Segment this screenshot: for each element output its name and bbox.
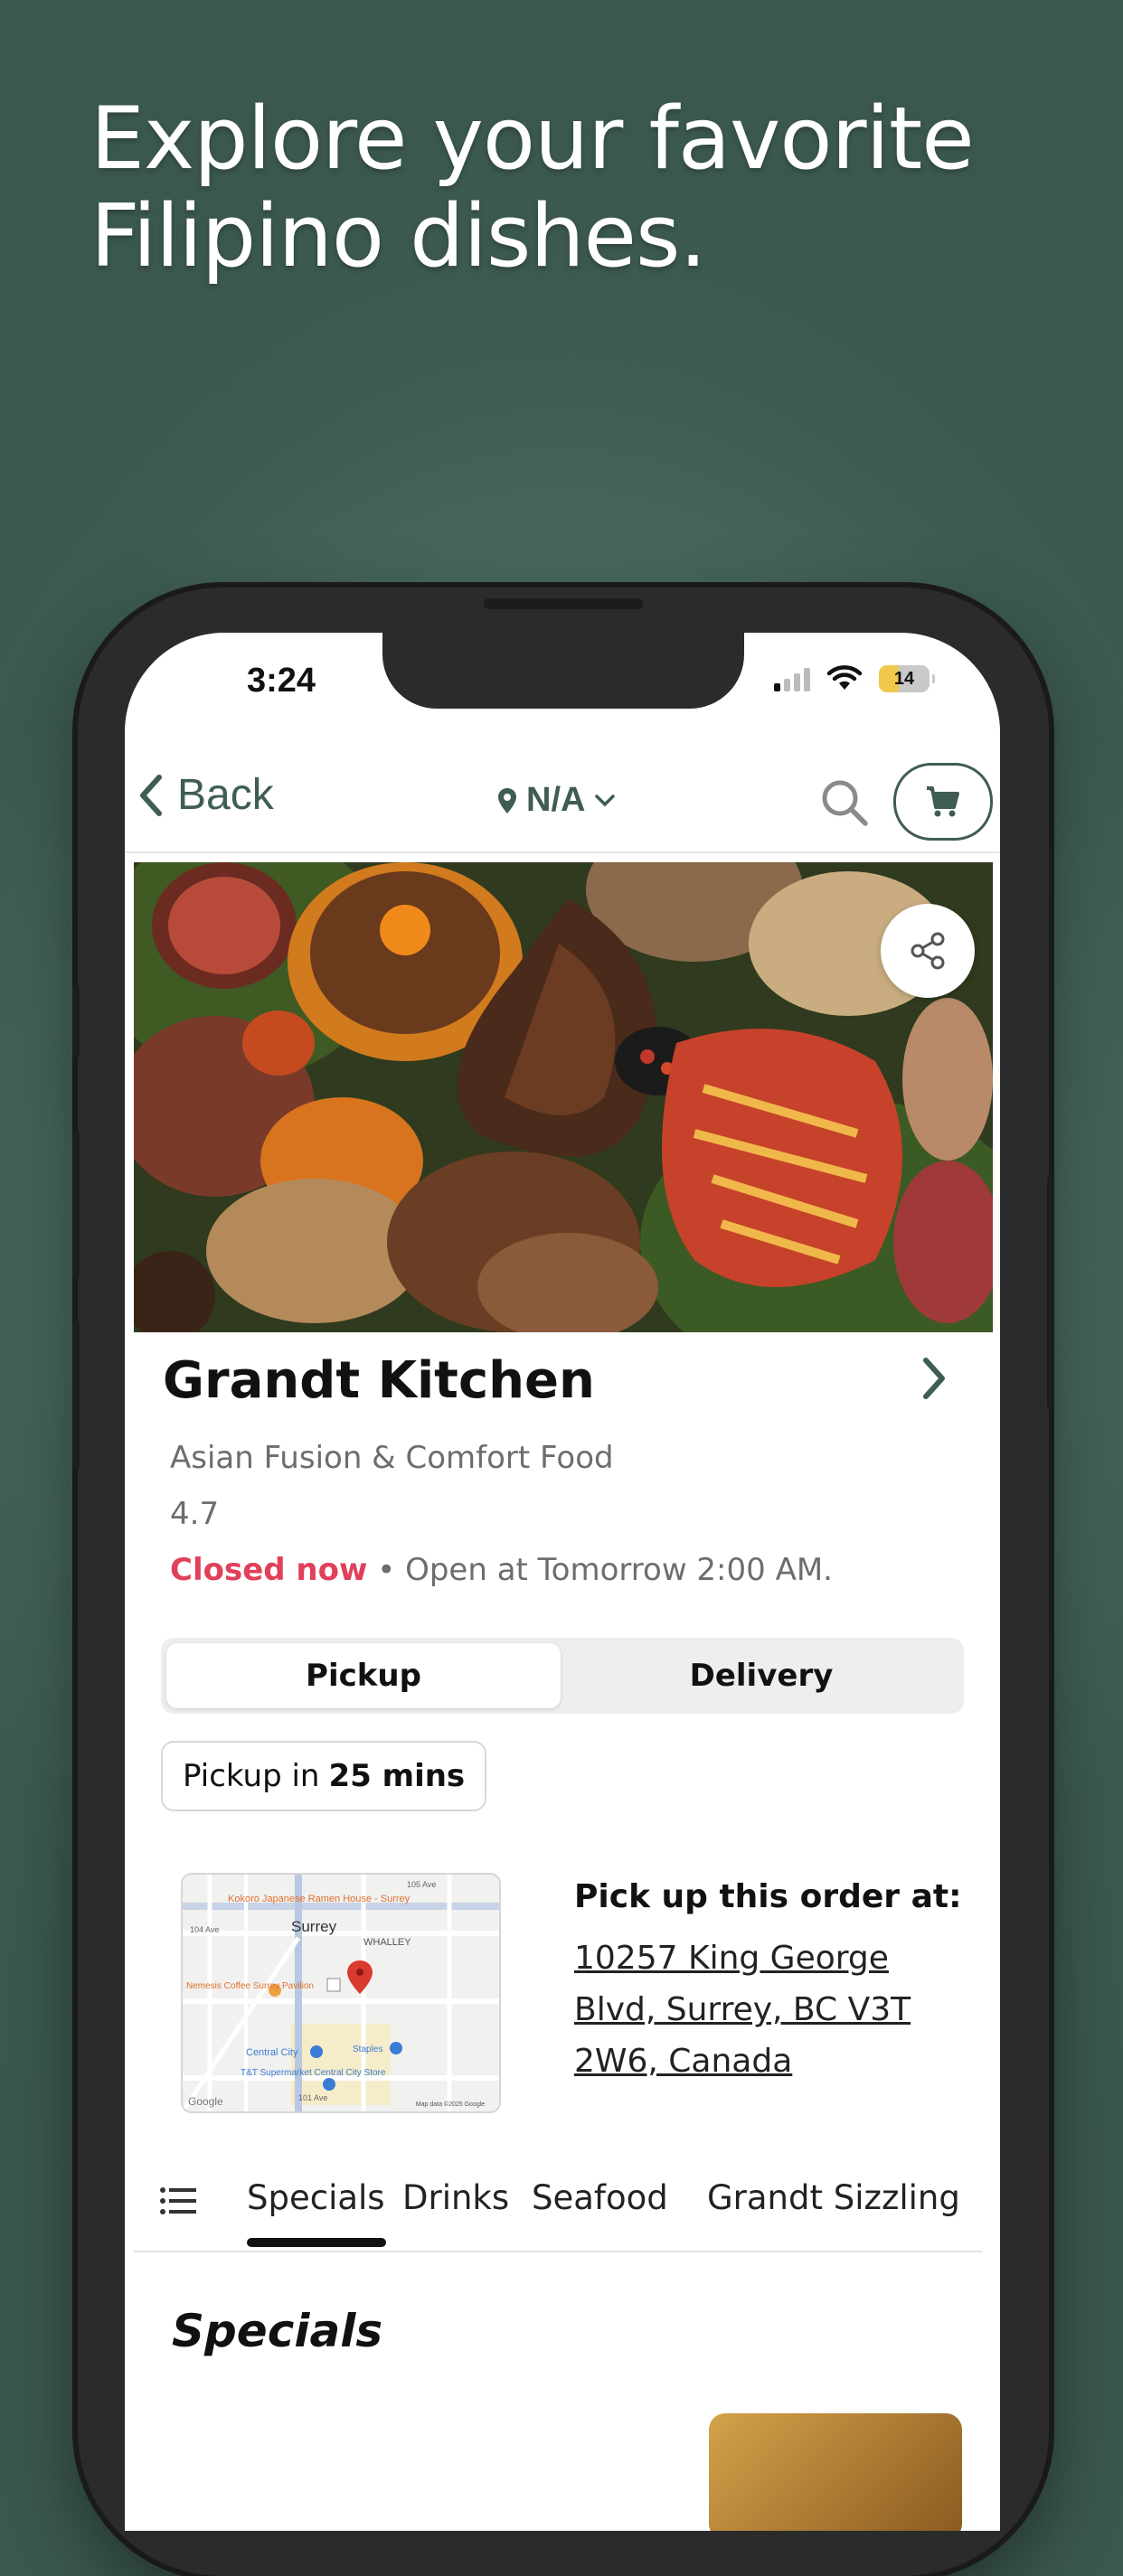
order-mode-toggle: Pickup Delivery bbox=[161, 1638, 964, 1714]
map-label-whalley: WHALLEY bbox=[363, 1937, 411, 1948]
map-label-central-city: Central City bbox=[246, 2047, 298, 2058]
back-button[interactable]: Back bbox=[137, 770, 274, 820]
map-label-104-ave: 104 Ave bbox=[190, 1925, 219, 1934]
status-icons: 14 bbox=[774, 665, 935, 692]
active-tab-indicator bbox=[247, 2238, 386, 2247]
location-selector[interactable]: N/A bbox=[497, 781, 616, 820]
phone-volume-up bbox=[72, 1130, 80, 1279]
notch bbox=[382, 633, 744, 709]
menu-category-tabs: Specials Drinks Seafood Grandt Sizzling bbox=[134, 2160, 982, 2252]
search-icon[interactable] bbox=[819, 777, 870, 828]
pickup-title: Pick up this order at: bbox=[574, 1878, 962, 1915]
tab-specials[interactable]: Specials bbox=[247, 2178, 385, 2217]
pickup-option[interactable]: Pickup bbox=[166, 1643, 561, 1708]
location-pin-icon bbox=[498, 787, 516, 813]
phone-side-button bbox=[72, 985, 80, 1058]
restaurant-name: Grandt Kitchen bbox=[163, 1351, 595, 1410]
opening-hours: Closed now • Open at Tomorrow 2:00 AM. bbox=[170, 1552, 833, 1588]
restaurant-category: Asian Fusion & Comfort Food bbox=[170, 1440, 614, 1476]
top-navbar: Back N/A bbox=[125, 750, 1000, 853]
share-button[interactable] bbox=[881, 904, 975, 998]
map-label-nemesis: Nemesis Coffee Surrey Pavilion bbox=[186, 1981, 314, 1991]
pickup-time-chip[interactable]: Pickup in 25 mins bbox=[161, 1741, 487, 1811]
map-label-staples: Staples bbox=[353, 2045, 382, 2054]
map-label-tt: T&T Supermarket Central City Store bbox=[241, 2068, 386, 2078]
map-google-logo: Google bbox=[188, 2095, 223, 2108]
tab-drinks[interactable]: Drinks bbox=[402, 2178, 509, 2217]
phone-volume-down bbox=[72, 1320, 80, 1469]
chevron-left-icon bbox=[140, 774, 162, 816]
restaurant-rating: 4.7 bbox=[170, 1496, 220, 1532]
cart-button[interactable] bbox=[893, 763, 993, 841]
location-map[interactable]: Kokoro Japanese Ramen House - Surrey 105… bbox=[181, 1873, 501, 2113]
phone-power-button bbox=[1047, 1175, 1054, 1410]
map-image: Kokoro Japanese Ramen House - Surrey 105… bbox=[183, 1875, 499, 2111]
status-time: 3:24 bbox=[247, 662, 316, 700]
chevron-down-icon bbox=[595, 794, 616, 806]
cellular-signal-icon bbox=[774, 666, 810, 691]
menu-list-icon[interactable] bbox=[159, 2186, 197, 2216]
tab-grandt-sizzling[interactable]: Grandt Sizzling bbox=[707, 2178, 960, 2217]
back-label: Back bbox=[177, 771, 274, 819]
wifi-icon bbox=[826, 665, 863, 690]
share-icon bbox=[911, 932, 945, 970]
map-label-kokoro: Kokoro Japanese Ramen House - Surrey bbox=[228, 1894, 411, 1904]
closed-status: Closed now bbox=[170, 1552, 368, 1588]
pickup-time: 25 mins bbox=[328, 1758, 466, 1794]
battery-level: 14 bbox=[893, 669, 915, 689]
map-attribution: Map data ©2025 Google bbox=[416, 2101, 485, 2108]
food-photo bbox=[134, 862, 993, 1332]
cart-icon bbox=[927, 786, 959, 817]
speaker-grille bbox=[484, 598, 643, 609]
promo-headline: Explore your favorite Filipino dishes. bbox=[90, 89, 975, 287]
chevron-right-icon[interactable] bbox=[920, 1356, 948, 1401]
location-label: N/A bbox=[526, 781, 586, 819]
map-label-101-ave: 101 Ave bbox=[298, 2093, 327, 2102]
map-label-105-ave: 105 Ave bbox=[407, 1880, 436, 1889]
battery-icon: 14 bbox=[879, 665, 935, 692]
app-screen: 3:24 14 Back N/A Grandt Kitchen Asian Fu… bbox=[125, 633, 1000, 2531]
delivery-option[interactable]: Delivery bbox=[564, 1643, 958, 1708]
pickup-address-link[interactable]: 10257 King George Blvd, Surrey, BC V3T 2… bbox=[574, 1932, 954, 2087]
open-time: • Open at Tomorrow 2:00 AM. bbox=[367, 1552, 833, 1588]
menu-item-thumbnail[interactable] bbox=[709, 2413, 962, 2531]
map-label-surrey: Surrey bbox=[291, 1918, 337, 1935]
restaurant-hero-image bbox=[134, 862, 993, 1332]
section-title: Specials bbox=[172, 2305, 383, 2357]
pickup-prefix: Pickup in bbox=[183, 1758, 320, 1794]
tab-seafood[interactable]: Seafood bbox=[532, 2178, 668, 2217]
